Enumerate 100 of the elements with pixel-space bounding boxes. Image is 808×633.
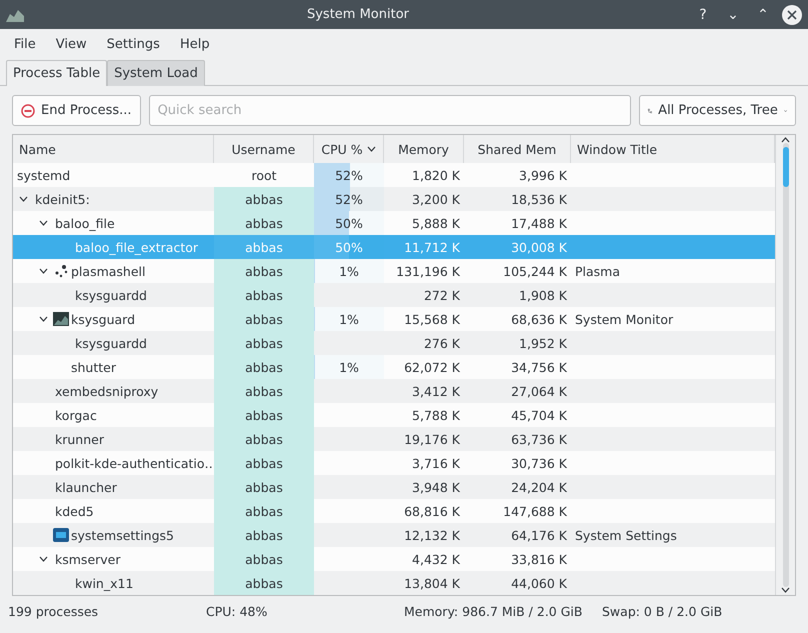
sort-icon [366, 146, 376, 152]
username: abbas [245, 336, 283, 350]
username: abbas [245, 216, 283, 230]
process-name: ksysguardd [74, 288, 148, 302]
username: abbas [245, 552, 283, 566]
menu-item[interactable]: File [4, 35, 46, 54]
filter-dropdown[interactable]: All Processes, Tree [639, 95, 796, 126]
shared-memory-value: 33,816 K [511, 552, 567, 566]
window-title-value: System Settings [575, 528, 677, 542]
shared-memory-value: 24,204 K [511, 480, 567, 494]
shared-memory-value: 30,008 K [511, 240, 567, 254]
close-button[interactable] [782, 4, 802, 24]
process-row[interactable]: xembedsniproxy abbas 3,412 K 27,064 K [13, 379, 775, 403]
scroll-up-icon [781, 137, 790, 143]
shared-memory-value: 1,908 K [519, 288, 567, 302]
memory-value: 68,816 K [404, 504, 460, 518]
shared-memory-value: 17,488 K [511, 216, 567, 230]
memory-value: 3,200 K [412, 192, 460, 206]
shared-memory-value: 44,060 K [511, 576, 567, 590]
status-text: Memory: 986.7 MiB / 2.0 GiB [404, 604, 584, 619]
memory-value: 276 K [424, 336, 460, 350]
expander-icon [18, 196, 28, 202]
username: abbas [245, 384, 283, 398]
menu-item[interactable]: Settings [96, 35, 170, 54]
memory-value: 5,788 K [412, 408, 460, 422]
end-process-button[interactable]: End Process... [12, 95, 141, 126]
status-text: 199 processes [8, 604, 100, 619]
memory-value: 1,820 K [412, 168, 460, 182]
memory-value: 62,072 K [404, 360, 460, 374]
settings-icon [53, 528, 69, 542]
shared-memory-value: 45,704 K [511, 408, 567, 422]
scrollbar[interactable] [775, 135, 795, 595]
memory-value: 3,948 K [412, 480, 460, 494]
shared-memory-value: 34,756 K [511, 360, 567, 374]
window-button[interactable]: ⌄ [722, 6, 744, 22]
cpu-value: 1% [339, 264, 359, 278]
process-row[interactable]: ksysguardd abbas 276 K 1,952 K [13, 331, 775, 355]
username: abbas [245, 264, 283, 278]
process-name: krunner [54, 432, 105, 446]
process-name: baloo_file_extractor [74, 240, 200, 254]
username: abbas [245, 312, 283, 326]
process-name: kded5 [54, 504, 95, 518]
process-row[interactable]: kwin_x11 abbas 13,804 K 44,060 K [13, 571, 775, 595]
shared-memory-value: 64,176 K [511, 528, 567, 542]
window-title-value: System Monitor [575, 312, 674, 326]
expander-icon [38, 268, 48, 274]
tab[interactable]: Process Table [6, 60, 108, 86]
memory-value: 4,432 K [412, 552, 460, 566]
window-button[interactable]: ⌃ [752, 6, 774, 22]
memory-value: 5,888 K [412, 216, 460, 230]
process-name: systemd [16, 168, 72, 182]
process-name: klauncher [54, 480, 118, 494]
expander-icon [38, 220, 48, 226]
shared-memory-value: 147,688 K [503, 504, 567, 518]
shared-memory-value: 27,064 K [511, 384, 567, 398]
process-name: ksmserver [54, 552, 122, 566]
monitor-icon [53, 312, 69, 326]
process-name: kwin_x11 [74, 576, 134, 590]
search-field[interactable]: Quick search [148, 95, 631, 126]
shared-memory-value: 1,952 K [519, 336, 567, 350]
expander-icon [38, 556, 48, 562]
process-name: kdeinit5: [34, 192, 91, 206]
username: abbas [245, 432, 283, 446]
process-row[interactable]: kdeinit5: abbas 52% 3,200 K 18,536 K [13, 187, 775, 211]
window-button[interactable]: ? [692, 6, 714, 22]
username: abbas [245, 504, 283, 518]
process-row[interactable]: krunner abbas 19,176 K 63,736 K [13, 427, 775, 451]
window-title: System Monitor [306, 7, 410, 22]
window-title-value: Plasma [575, 264, 620, 278]
memory-value: 15,568 K [404, 312, 460, 326]
menu-item[interactable]: View [46, 35, 97, 54]
process-name: korgac [54, 408, 98, 422]
process-name: ksysguardd [74, 336, 148, 350]
username: abbas [245, 360, 283, 374]
cpu-value: 52% [335, 168, 363, 182]
cpu-value: 50% [335, 216, 363, 230]
memory-value: 19,176 K [404, 432, 460, 446]
process-row[interactable]: systemsettings5 abbas 12,132 K 64,176 K System Settings [13, 523, 775, 547]
shared-memory-value: 63,736 K [511, 432, 567, 446]
process-name: polkit-kde-authenticatio… [54, 456, 214, 470]
close-icon [787, 10, 797, 20]
username: abbas [245, 480, 283, 494]
shared-memory-value: 30,736 K [511, 456, 567, 470]
dots-icon [53, 263, 69, 279]
username: abbas [245, 240, 283, 254]
memory-value: 272 K [424, 288, 460, 302]
username: root [251, 168, 277, 182]
username: abbas [245, 288, 283, 302]
memory-value: 12,132 K [404, 528, 460, 542]
process-row[interactable]: ksysguardd abbas 272 K 1,908 K [13, 283, 775, 307]
process-name: ksysguard [70, 312, 136, 326]
process-name: baloo_file [54, 216, 116, 230]
process-row[interactable]: klauncher abbas 3,948 K 24,204 K [13, 475, 775, 499]
menu-item[interactable]: Help [170, 35, 220, 54]
memory-value: 11,712 K [404, 240, 460, 254]
expander-icon [38, 316, 48, 322]
username: abbas [245, 192, 283, 206]
tab[interactable]: System Load [107, 60, 205, 86]
shared-memory-value: 105,244 K [503, 264, 567, 278]
process-name: shutter [70, 360, 117, 374]
